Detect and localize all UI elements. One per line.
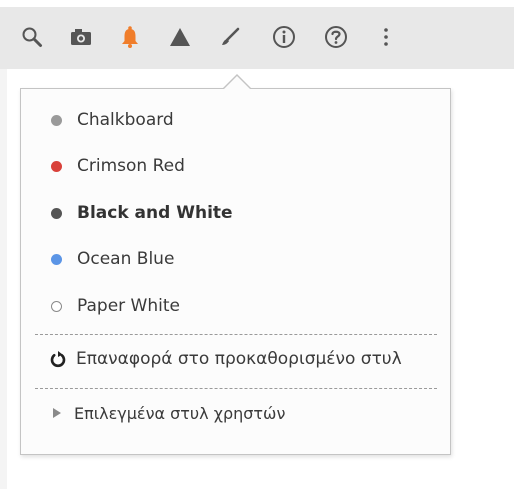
style-dot	[51, 253, 62, 265]
triangle-icon[interactable]	[162, 19, 198, 55]
style-item-chalkboard[interactable]: Chalkboard	[21, 102, 450, 138]
style-dot	[51, 300, 62, 312]
style-dot	[51, 207, 62, 219]
style-item-paper-white[interactable]: Paper White	[21, 288, 450, 324]
style-item-ocean-blue[interactable]: Ocean Blue	[21, 241, 450, 277]
help-icon[interactable]	[318, 19, 354, 55]
camera-icon[interactable]	[63, 19, 99, 55]
style-dot	[51, 160, 62, 172]
style-dot	[51, 114, 62, 126]
style-label: Paper White	[77, 296, 180, 316]
reset-icon	[49, 350, 67, 368]
style-label: Chalkboard	[77, 110, 174, 130]
style-label: Black and White	[77, 203, 233, 223]
toolbar	[0, 7, 514, 69]
style-label: Crimson Red	[77, 156, 185, 176]
search-icon[interactable]	[14, 19, 50, 55]
more-vertical-icon[interactable]	[368, 19, 404, 55]
reset-style-label: Επαναφορά στο προκαθορισμένο στυλ	[76, 349, 402, 369]
user-styles-item[interactable]: Επιλεγμένα στυλ χρηστών	[21, 395, 450, 431]
menu-divider	[35, 388, 437, 389]
style-item-black-and-white[interactable]: Black and White	[21, 195, 450, 231]
brush-icon[interactable]	[212, 19, 248, 55]
style-item-crimson-red[interactable]: Crimson Red	[21, 148, 450, 184]
style-label: Ocean Blue	[77, 249, 175, 269]
menu-divider	[35, 334, 437, 335]
page-edge	[0, 69, 7, 489]
expand-arrow-icon	[53, 408, 61, 418]
reset-style-item[interactable]: Επαναφορά στο προκαθορισμένο στυλ	[21, 341, 450, 377]
bell-icon[interactable]	[112, 19, 148, 55]
user-styles-label: Επιλεγμένα στυλ χρηστών	[74, 403, 286, 423]
info-icon[interactable]	[266, 19, 302, 55]
